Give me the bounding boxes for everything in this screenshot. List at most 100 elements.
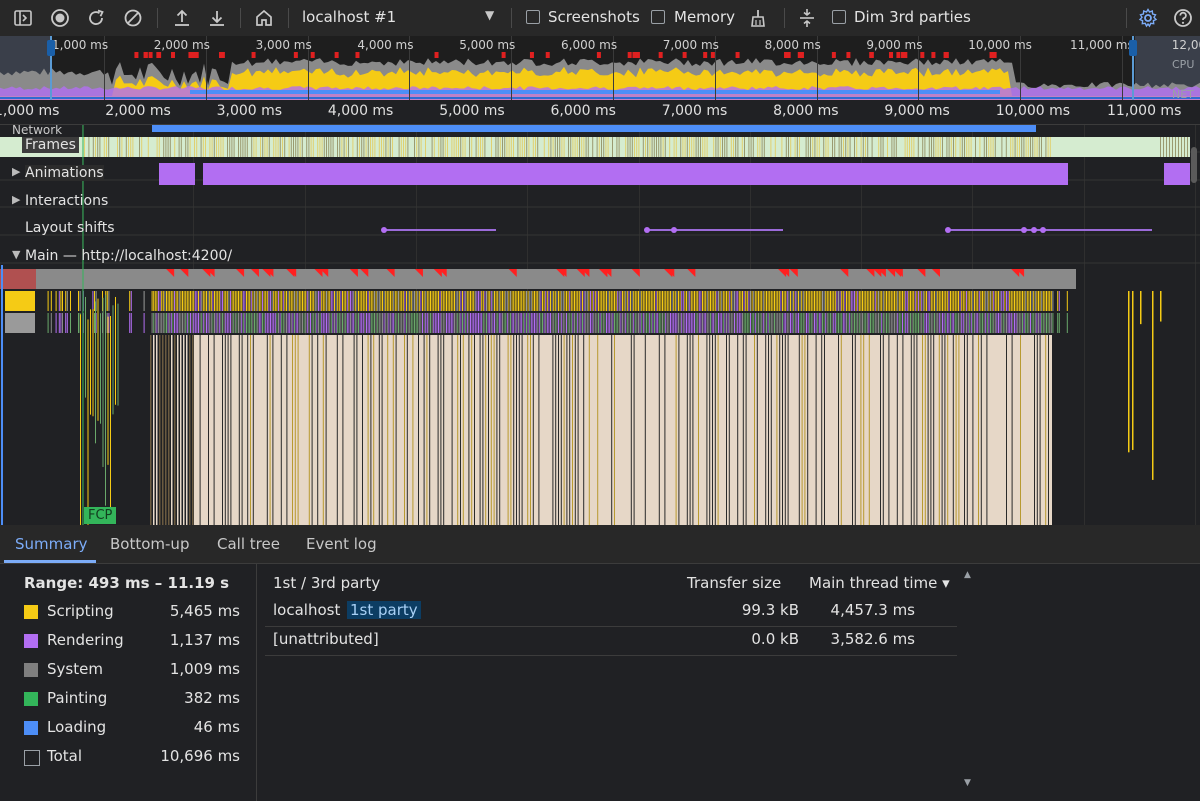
flame-slice [948, 313, 950, 333]
settings-gear-icon[interactable] [1136, 6, 1160, 30]
flame-slice [946, 291, 948, 311]
flame-slice [55, 313, 57, 333]
flame-slice [270, 291, 271, 311]
flame-slice [759, 291, 761, 311]
flame-slice [700, 291, 702, 311]
flame-chart[interactable]: Network Frames ▶ Animations ▶ Interactio… [0, 125, 1200, 525]
party-column-header[interactable]: 1st / 3rd party [273, 574, 380, 592]
frame-bar [167, 137, 169, 157]
flame-slice [754, 335, 755, 525]
flame-slice [718, 313, 719, 333]
flame-slice [382, 291, 383, 311]
flame-slice [812, 291, 814, 311]
main-thread-time-header[interactable]: Main thread time ▾ [809, 574, 950, 592]
flame-slice [471, 291, 473, 311]
fcp-marker[interactable]: FCP [84, 507, 117, 524]
flame-slice [796, 291, 798, 311]
flame-slice [318, 291, 319, 311]
frames-track-label[interactable]: Frames [22, 137, 79, 153]
tab-bottom-up[interactable]: Bottom-up [110, 525, 189, 563]
flame-slice [737, 291, 739, 311]
flame-slice [343, 291, 345, 311]
record-icon[interactable] [48, 6, 72, 30]
frame-bar [326, 137, 327, 157]
toolbar-separator [240, 8, 241, 28]
flame-slice [750, 313, 751, 333]
clear-icon[interactable] [121, 6, 145, 30]
range-handle-left[interactable] [47, 36, 55, 100]
interactions-track-label[interactable]: Interactions [25, 193, 108, 209]
upload-icon[interactable] [170, 6, 194, 30]
collapse-tracks-icon[interactable] [795, 6, 819, 30]
tab-event-log[interactable]: Event log [306, 525, 377, 563]
flame-slice [471, 313, 473, 333]
flame-slice [953, 291, 955, 311]
flame-slice [644, 313, 646, 333]
frame-bar [1012, 137, 1014, 157]
flame-slice [370, 335, 372, 525]
download-icon[interactable] [205, 6, 229, 30]
flame-slice [596, 313, 598, 333]
frame-bar [341, 137, 343, 157]
flame-slice [231, 313, 233, 333]
flame-slice [977, 291, 979, 311]
overview-long-task-marker [529, 52, 534, 58]
garbage-collect-icon[interactable] [746, 6, 770, 30]
flame-slice [668, 291, 670, 311]
tab-summary[interactable]: Summary [15, 525, 88, 563]
scroll-down-icon[interactable]: ▼ [964, 778, 971, 788]
flame-slice [566, 335, 568, 525]
flame-slice [1012, 291, 1014, 311]
collapse-arrow-icon[interactable]: ▼ [12, 248, 20, 261]
screenshots-checkbox[interactable] [526, 10, 540, 24]
frame-bar [220, 137, 222, 157]
tracks-scrollbar[interactable] [1191, 147, 1197, 183]
target-select[interactable]: localhost #1 [302, 8, 396, 26]
table-row[interactable]: [unattributed] 0.0 kB 3,582.6 ms [265, 626, 957, 656]
flame-slice [602, 313, 604, 333]
timeline-overview[interactable]: 1,000 ms 2,000 ms 3,000 ms 4,000 ms 5,000 ms… [0, 36, 1200, 100]
flame-slice [154, 313, 156, 333]
expand-arrow-icon[interactable]: ▶ [12, 165, 20, 178]
help-icon[interactable] [1171, 6, 1195, 30]
overview-long-task-marker [901, 52, 906, 58]
flame-slice [390, 291, 391, 311]
flame-slice [345, 313, 347, 333]
animations-track-label[interactable]: Animations [25, 165, 104, 181]
flame-slice [226, 291, 228, 311]
frame-bar [517, 137, 519, 157]
main-track-label[interactable]: Main — http://localhost:4200/ [25, 248, 232, 264]
dim-3rd-parties-checkbox[interactable] [832, 10, 846, 24]
tab-call-tree[interactable]: Call tree [217, 525, 280, 563]
flame-slice [983, 313, 985, 333]
flame-slice [818, 313, 820, 333]
range-handle-right[interactable] [1129, 36, 1137, 100]
flame-slice [156, 313, 158, 333]
flame-slice [921, 291, 923, 311]
frame-bar [592, 137, 594, 157]
transfer-size-header[interactable]: Transfer size [687, 574, 781, 592]
frame-bar [603, 137, 605, 157]
reload-record-icon[interactable] [84, 6, 108, 30]
frame-bar [865, 137, 866, 157]
home-icon[interactable] [252, 6, 276, 30]
flame-slice [916, 313, 918, 333]
flame-slice [847, 291, 849, 311]
flame-slice [765, 335, 767, 525]
flame-slice [846, 313, 847, 333]
chevron-down-icon[interactable]: ▼ [485, 8, 494, 22]
flame-slice [479, 313, 481, 333]
flame-slice [646, 313, 647, 333]
flame-slice [156, 291, 158, 311]
table-row[interactable]: localhost 1st party 99.3 kB 4,457.3 ms [265, 597, 957, 627]
expand-arrow-icon[interactable]: ▶ [12, 193, 20, 206]
flame-slice [356, 313, 358, 333]
memory-checkbox[interactable] [651, 10, 665, 24]
flame-slice [924, 313, 926, 333]
deep-call-stack-region [194, 335, 1052, 525]
scroll-up-icon[interactable]: ▲ [964, 570, 971, 580]
toggle-sidebar-icon[interactable] [11, 6, 35, 30]
network-track-label[interactable]: Network [12, 125, 62, 137]
layout-shifts-track-label[interactable]: Layout shifts [25, 220, 115, 236]
frame-bar [506, 137, 508, 157]
